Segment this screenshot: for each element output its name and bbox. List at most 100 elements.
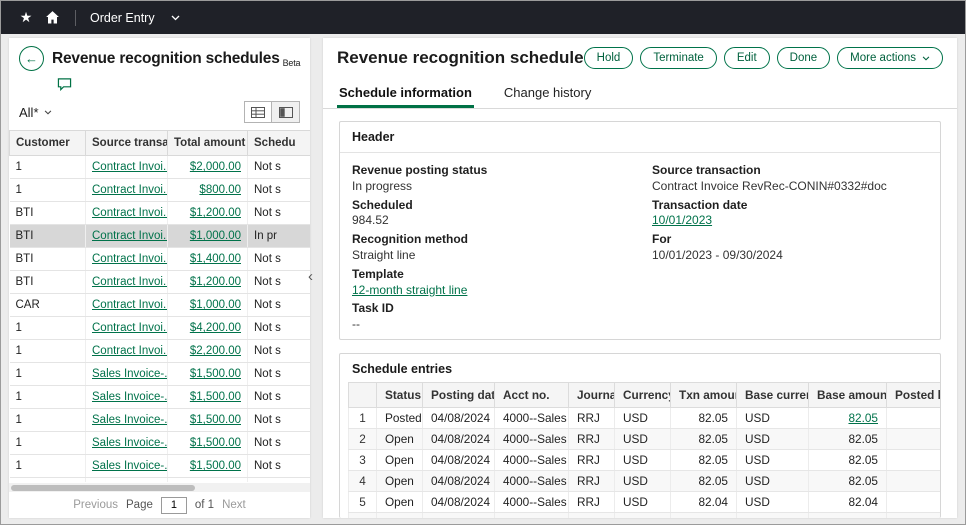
source-transaction-link[interactable]: Contract Invoi... bbox=[92, 230, 167, 242]
entries-column-header-status[interactable]: Status bbox=[376, 381, 423, 408]
total-amount-link[interactable]: $1,200.00 bbox=[190, 207, 241, 219]
total-amount-link[interactable]: $1,500.00 bbox=[190, 437, 241, 449]
total-amount-link[interactable]: $2,000.00 bbox=[190, 161, 241, 173]
filter-dropdown[interactable]: All* bbox=[19, 105, 52, 120]
schedule-list-row[interactable]: BTI Contract Invoi... $1,200.00 Not s bbox=[9, 201, 310, 225]
total-amount-link[interactable]: $1,000.00 bbox=[190, 299, 241, 311]
schedule-list-row[interactable]: 1 Contract Invoi... $2,200.00 Not s bbox=[9, 339, 310, 363]
entries-column-header-base-amount[interactable]: Base amount bbox=[808, 381, 887, 408]
source-transaction-link[interactable]: Contract Invoi... bbox=[92, 161, 167, 173]
entry-status-cell: Open bbox=[376, 449, 423, 471]
source-transaction-link[interactable]: Sales Invoice-... bbox=[92, 391, 167, 403]
total-amount-link[interactable]: $1,500.00 bbox=[190, 368, 241, 380]
total-amount-link[interactable]: $800.00 bbox=[199, 184, 241, 196]
source-transaction-link[interactable]: Sales Invoice-... bbox=[92, 460, 167, 472]
source-transaction-cell: Contract Invoi... bbox=[85, 224, 168, 248]
total-amount-cell: $1,200.00 bbox=[167, 270, 248, 294]
page-number-input[interactable] bbox=[160, 496, 187, 514]
schedule-list-row[interactable]: 1 Sales Invoice-... $1,500.00 Not s bbox=[9, 385, 310, 409]
entry-row[interactable]: 5 Open 04/08/2024 4000--Sales RRJ USD 82.04 USD… bbox=[348, 491, 940, 513]
entries-column-header-blank[interactable] bbox=[348, 381, 377, 408]
source-transaction-cell: Sales Invoice-... bbox=[85, 408, 168, 432]
total-amount-cell: $1,500.00 bbox=[167, 477, 248, 482]
schedule-list-row[interactable]: 1 Contract Invoi... $800.00 Not s bbox=[9, 178, 310, 202]
terminate-button[interactable]: Terminate bbox=[640, 47, 717, 69]
entry-acct-cell: 4000--Sales bbox=[494, 470, 569, 492]
entries-column-header-acct-no[interactable]: Acct no. bbox=[494, 381, 569, 408]
total-amount-link[interactable]: $1,400.00 bbox=[190, 253, 241, 265]
total-amount-link[interactable]: $1,500.00 bbox=[190, 460, 241, 472]
total-amount-link[interactable]: $1,500.00 bbox=[190, 391, 241, 403]
source-transaction-link[interactable]: Contract Invoi... bbox=[92, 184, 167, 196]
source-transaction-link[interactable]: Sales Invoice-... bbox=[92, 437, 167, 449]
schedule-list-row[interactable]: 1 Contract Invoi... $4,200.00 Not s bbox=[9, 316, 310, 340]
source-transaction-link[interactable]: Contract Invoi... bbox=[92, 253, 167, 265]
entries-column-header-posting-date[interactable]: Posting date bbox=[422, 381, 495, 408]
entries-column-header-currency[interactable]: Currency bbox=[614, 381, 671, 408]
entry-posting-date-cell: 04/08/2024 bbox=[422, 491, 495, 513]
source-transaction-link[interactable]: Contract Invoi... bbox=[92, 322, 167, 334]
schedule-list-row[interactable]: BTI Contract Invoi... $1,000.00 In pr bbox=[9, 224, 310, 248]
schedule-list-row[interactable]: 1Sales Invoice-...$1,500.00On h bbox=[9, 477, 310, 482]
schedule-list-row[interactable]: CAR Contract Invoi... $1,000.00 Not s bbox=[9, 293, 310, 317]
tab-schedule-information[interactable]: Schedule information bbox=[337, 80, 474, 108]
entry-row[interactable]: 1 Posted 04/08/2024 4000--Sales RRJ USD 82.05 U… bbox=[348, 407, 940, 429]
column-header-source-transa[interactable]: Source transa... bbox=[85, 130, 168, 156]
schedule-list-row[interactable]: 1 Sales Invoice-... $1,500.00 Not s bbox=[9, 362, 310, 386]
source-transaction-link[interactable]: Contract Invoi... bbox=[92, 207, 167, 219]
back-button[interactable]: ← bbox=[19, 46, 44, 71]
home-icon[interactable] bbox=[39, 5, 65, 31]
source-transaction-link[interactable]: Contract Invoi... bbox=[92, 276, 167, 288]
schedule-list-row[interactable]: BTI Contract Invoi... $1,400.00 Not s bbox=[9, 247, 310, 271]
horizontal-scrollbar[interactable] bbox=[9, 483, 310, 492]
schedule-list-row[interactable]: 1 Contract Invoi... $2,000.00 Not s bbox=[9, 155, 310, 179]
source-transaction-link[interactable]: Sales Invoice-... bbox=[92, 414, 167, 426]
table-view-icon[interactable] bbox=[244, 101, 272, 123]
total-amount-link[interactable]: $2,200.00 bbox=[190, 345, 241, 357]
schedule-list-row[interactable]: 1 Sales Invoice-... $1,500.00 Not s bbox=[9, 408, 310, 432]
source-transaction-link[interactable]: Contract Invoi... bbox=[92, 345, 167, 357]
schedule-list-row[interactable]: 1 Sales Invoice-... $1,500.00 Not s bbox=[9, 431, 310, 455]
total-amount-link[interactable]: $1,500.00 bbox=[190, 414, 241, 426]
total-amount-link[interactable]: $1,200.00 bbox=[190, 276, 241, 288]
column-header-total-amount[interactable]: Total amount bbox=[167, 130, 248, 156]
edit-button[interactable]: Edit bbox=[723, 47, 770, 69]
source-transaction-link[interactable]: Sales Invoice-... bbox=[92, 368, 167, 380]
schedule-list-row[interactable]: BTI Contract Invoi... $1,200.00 Not s bbox=[9, 270, 310, 294]
total-amount-cell: $1,500.00 bbox=[167, 362, 248, 386]
schedule-list-row[interactable]: 1 Sales Invoice-... $1,500.00 Not s bbox=[9, 454, 310, 478]
favorites-star-icon[interactable]: ★ bbox=[13, 5, 39, 31]
entry-row[interactable]: 4 Open 04/08/2024 4000--Sales RRJ USD 82.05 USD… bbox=[348, 470, 940, 492]
customer-cell: 1 bbox=[9, 454, 86, 478]
entry-row[interactable]: 6Open04/08/20244000--SalesRRJUSD82.04USD… bbox=[348, 512, 940, 518]
column-header-schedu[interactable]: Schedu bbox=[247, 130, 310, 156]
hold-button[interactable]: Hold bbox=[583, 47, 634, 69]
tab-change-history[interactable]: Change history bbox=[502, 80, 593, 108]
entry-row[interactable]: 3 Open 04/08/2024 4000--Sales RRJ USD 82.05 USD… bbox=[348, 449, 940, 471]
field-value-link[interactable]: 12-month straight line bbox=[352, 283, 467, 297]
horizontal-scrollbar-thumb[interactable] bbox=[11, 484, 195, 491]
field-value: 984.52 bbox=[352, 213, 389, 228]
entries-column-header-posted-base-amount[interactable]: Posted base amount bbox=[886, 381, 940, 408]
customer-cell: 1 bbox=[9, 155, 86, 179]
total-amount-link[interactable]: $4,200.00 bbox=[190, 322, 241, 334]
source-transaction-link[interactable]: Contract Invoi... bbox=[92, 299, 167, 311]
total-amount-link[interactable]: $1,000.00 bbox=[190, 230, 241, 242]
base-amount-link[interactable]: 82.05 bbox=[848, 411, 878, 425]
next-page-button[interactable]: Next bbox=[222, 499, 246, 511]
entries-column-header-journal[interactable]: Journal bbox=[568, 381, 615, 408]
previous-page-button[interactable]: Previous bbox=[73, 499, 118, 511]
done-button[interactable]: Done bbox=[776, 47, 831, 69]
field-value-link[interactable]: 10/01/2023 bbox=[652, 213, 712, 227]
entry-base-amount-cell: 82.04 bbox=[808, 512, 887, 518]
more-actions-button[interactable]: More actions bbox=[837, 47, 943, 69]
total-amount-cell: $1,000.00 bbox=[167, 224, 248, 248]
column-header-customer[interactable]: Customer bbox=[9, 130, 86, 156]
app-menu-dropdown[interactable]: Order Entry bbox=[86, 11, 184, 25]
entry-row[interactable]: 2 Open 04/08/2024 4000--Sales RRJ USD 82.05 USD… bbox=[348, 428, 940, 450]
entries-column-header-base-currency[interactable]: Base currency bbox=[736, 381, 809, 408]
total-amount-cell: $1,400.00 bbox=[167, 247, 248, 271]
entries-column-header-txn-amount[interactable]: Txn amount bbox=[670, 381, 737, 408]
schedule-entries-card: Schedule entries StatusPosting dateAcct … bbox=[339, 352, 941, 518]
split-view-icon[interactable] bbox=[272, 101, 300, 123]
